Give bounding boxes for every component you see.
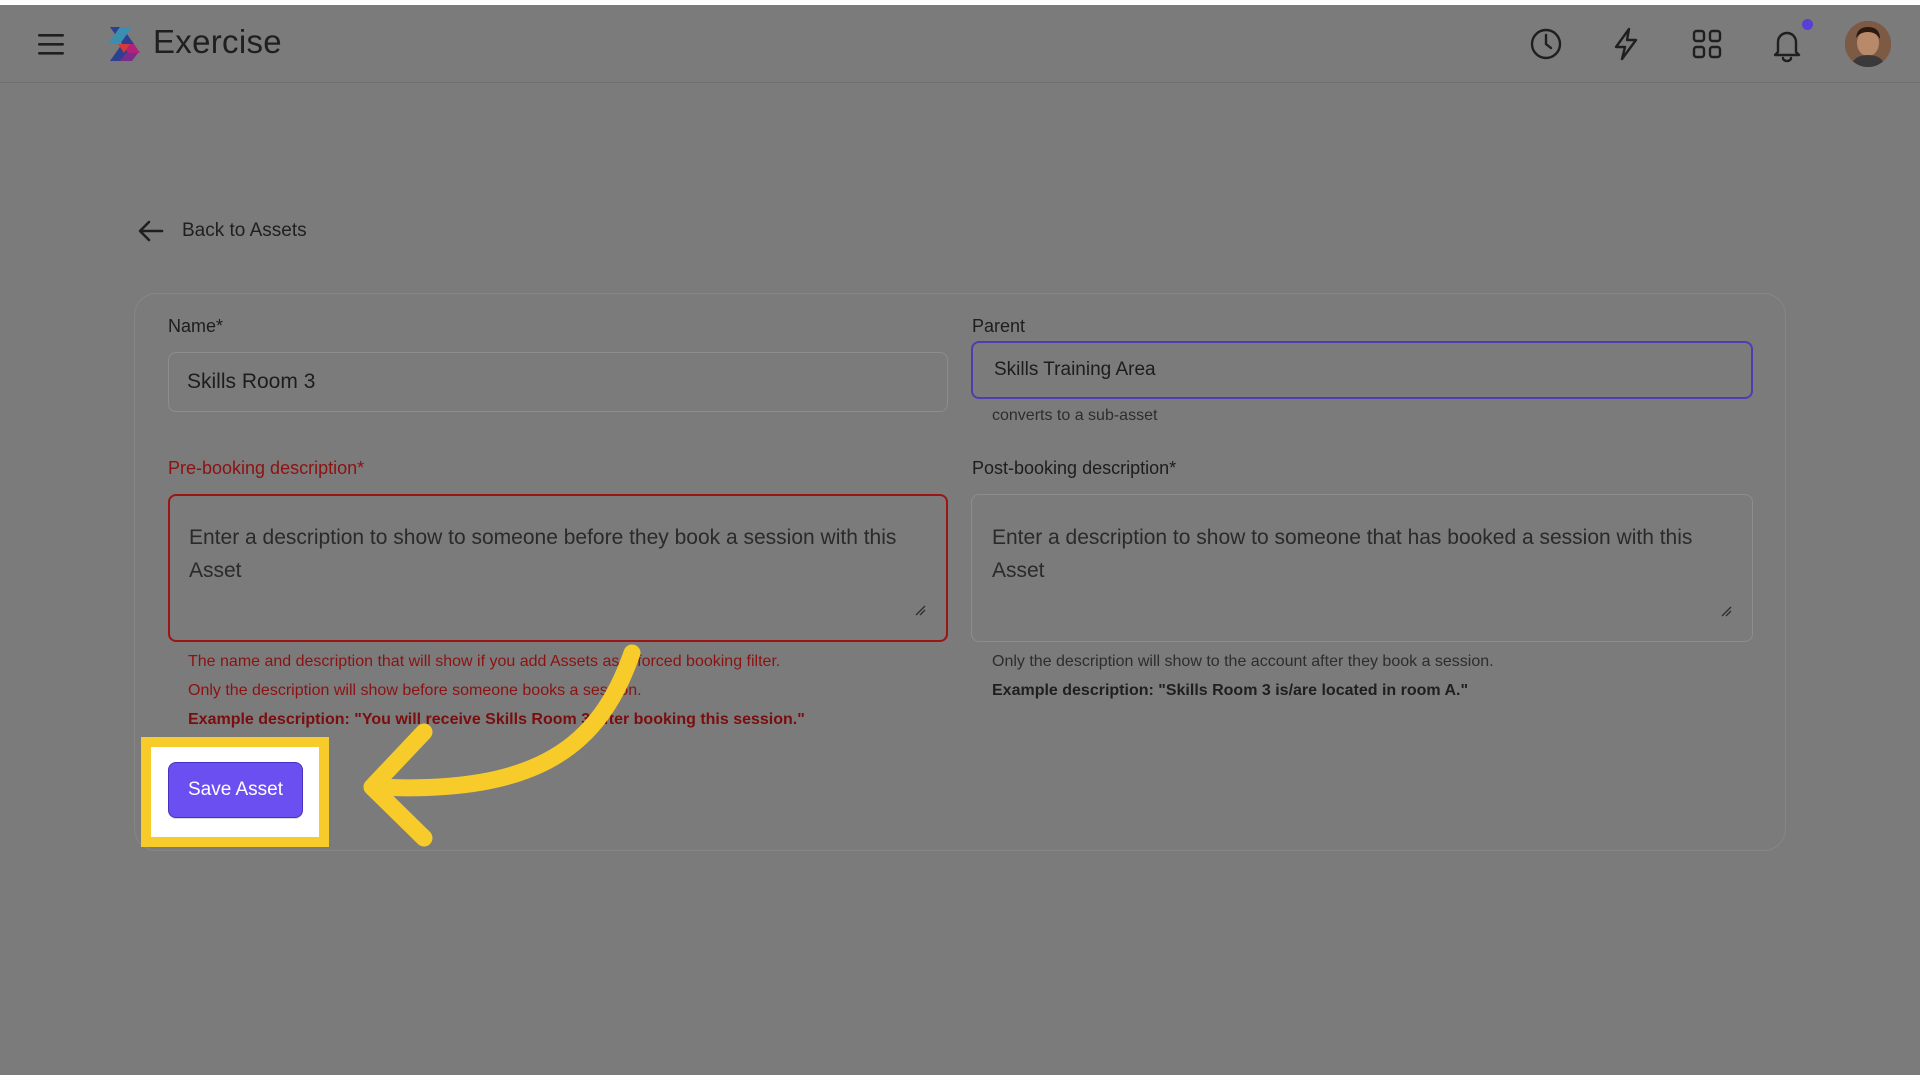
name-input-value: Skills Room 3 bbox=[187, 370, 316, 393]
back-link-label: Back to Assets bbox=[182, 220, 307, 241]
parent-input[interactable]: Skills Training Area bbox=[971, 341, 1753, 399]
post-booking-placeholder: Enter a description to show to someone t… bbox=[992, 526, 1693, 582]
bell-icon[interactable] bbox=[1768, 25, 1806, 63]
resize-handle-icon[interactable] bbox=[1720, 605, 1732, 617]
parent-input-value: Skills Training Area bbox=[994, 359, 1156, 380]
history-clock-icon[interactable] bbox=[1527, 25, 1565, 63]
post-booking-label: Post-booking description* bbox=[972, 458, 1177, 478]
post-booking-helper-1: Only the description will show to the ac… bbox=[992, 653, 1494, 670]
name-input[interactable]: Skills Room 3 bbox=[168, 352, 948, 412]
pre-booking-example: Example description: "You will receive S… bbox=[188, 711, 805, 728]
menu-icon[interactable] bbox=[36, 31, 66, 57]
app-screen: Exercise Back to Assets Name* Skills Roo… bbox=[0, 5, 1920, 1075]
apps-grid-icon[interactable] bbox=[1688, 25, 1726, 63]
post-booking-example: Example description: "Skills Room 3 is/a… bbox=[992, 682, 1469, 699]
pre-booking-label: Pre-booking description* bbox=[168, 458, 365, 478]
post-booking-textarea[interactable]: Enter a description to show to someone t… bbox=[971, 494, 1753, 642]
resize-handle-icon[interactable] bbox=[914, 604, 926, 616]
pre-booking-placeholder: Enter a description to show to someone b… bbox=[189, 526, 897, 582]
lightning-icon[interactable] bbox=[1607, 25, 1645, 63]
parent-helper-text: converts to a sub-asset bbox=[992, 407, 1158, 424]
arrow-left-icon bbox=[138, 220, 164, 242]
top-bar: Exercise bbox=[0, 5, 1920, 83]
back-to-assets-link[interactable]: Back to Assets bbox=[136, 213, 307, 249]
notification-dot bbox=[1802, 19, 1813, 30]
pre-booking-helper-2: Only the description will show before so… bbox=[188, 682, 642, 699]
save-asset-button[interactable]: Save Asset bbox=[168, 762, 303, 818]
pre-booking-helper-1: The name and description that will show … bbox=[188, 653, 781, 670]
app-title: Exercise bbox=[153, 23, 282, 60]
name-label: Name* bbox=[168, 316, 224, 336]
app-logo bbox=[106, 25, 142, 63]
avatar[interactable] bbox=[1845, 21, 1891, 67]
parent-label: Parent bbox=[972, 316, 1026, 336]
pre-booking-textarea[interactable]: Enter a description to show to someone b… bbox=[168, 494, 948, 642]
